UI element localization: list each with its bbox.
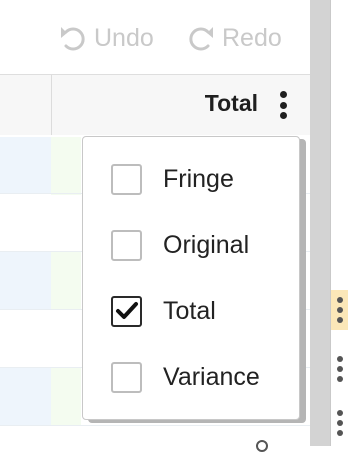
row-menu-kebab-icon[interactable] [337,356,343,382]
toolbar: Undo Redo [0,0,310,74]
grid-cell[interactable] [0,251,51,309]
grid-cell[interactable] [51,137,81,195]
column-chooser-menu: Fringe Original Total Variance [82,136,300,420]
menu-item-variance[interactable]: Variance [83,347,299,407]
total-checkbox[interactable] [111,295,142,327]
column-menu-kebab-icon[interactable] [276,91,290,119]
row-menu-kebab-icon[interactable] [337,410,343,436]
row-divider [0,425,310,426]
fringe-checkbox[interactable] [111,163,142,195]
original-checkbox[interactable] [111,229,142,261]
column-divider [51,75,52,135]
undo-button[interactable]: Undo [58,22,154,54]
column-header-row: Total [0,74,310,136]
undo-label: Undo [94,23,154,52]
partial-icon [256,440,268,452]
redo-icon [189,27,213,51]
grid-cell[interactable] [0,137,51,193]
right-pane [330,0,348,446]
menu-item-label: Variance [163,362,260,391]
menu-item-label: Original [163,230,250,259]
row-menu-kebab-icon[interactable] [337,297,343,323]
vertical-scrollbar[interactable] [310,0,330,446]
checkmark-icon [115,302,138,319]
redo-label: Redo [222,23,282,52]
grid-cell[interactable] [51,367,81,425]
menu-item-fringe[interactable]: Fringe [83,149,299,209]
menu-item-original[interactable]: Original [83,215,299,275]
menu-item-label: Fringe [163,164,234,193]
undo-icon [61,27,85,51]
menu-item-label: Total [163,296,216,325]
grid-cell[interactable] [51,251,81,309]
column-title-total[interactable]: Total [205,90,258,117]
grid-cell[interactable] [0,367,51,425]
menu-item-total[interactable]: Total [83,281,299,341]
redo-button[interactable]: Redo [186,22,282,54]
variance-checkbox[interactable] [111,361,142,393]
